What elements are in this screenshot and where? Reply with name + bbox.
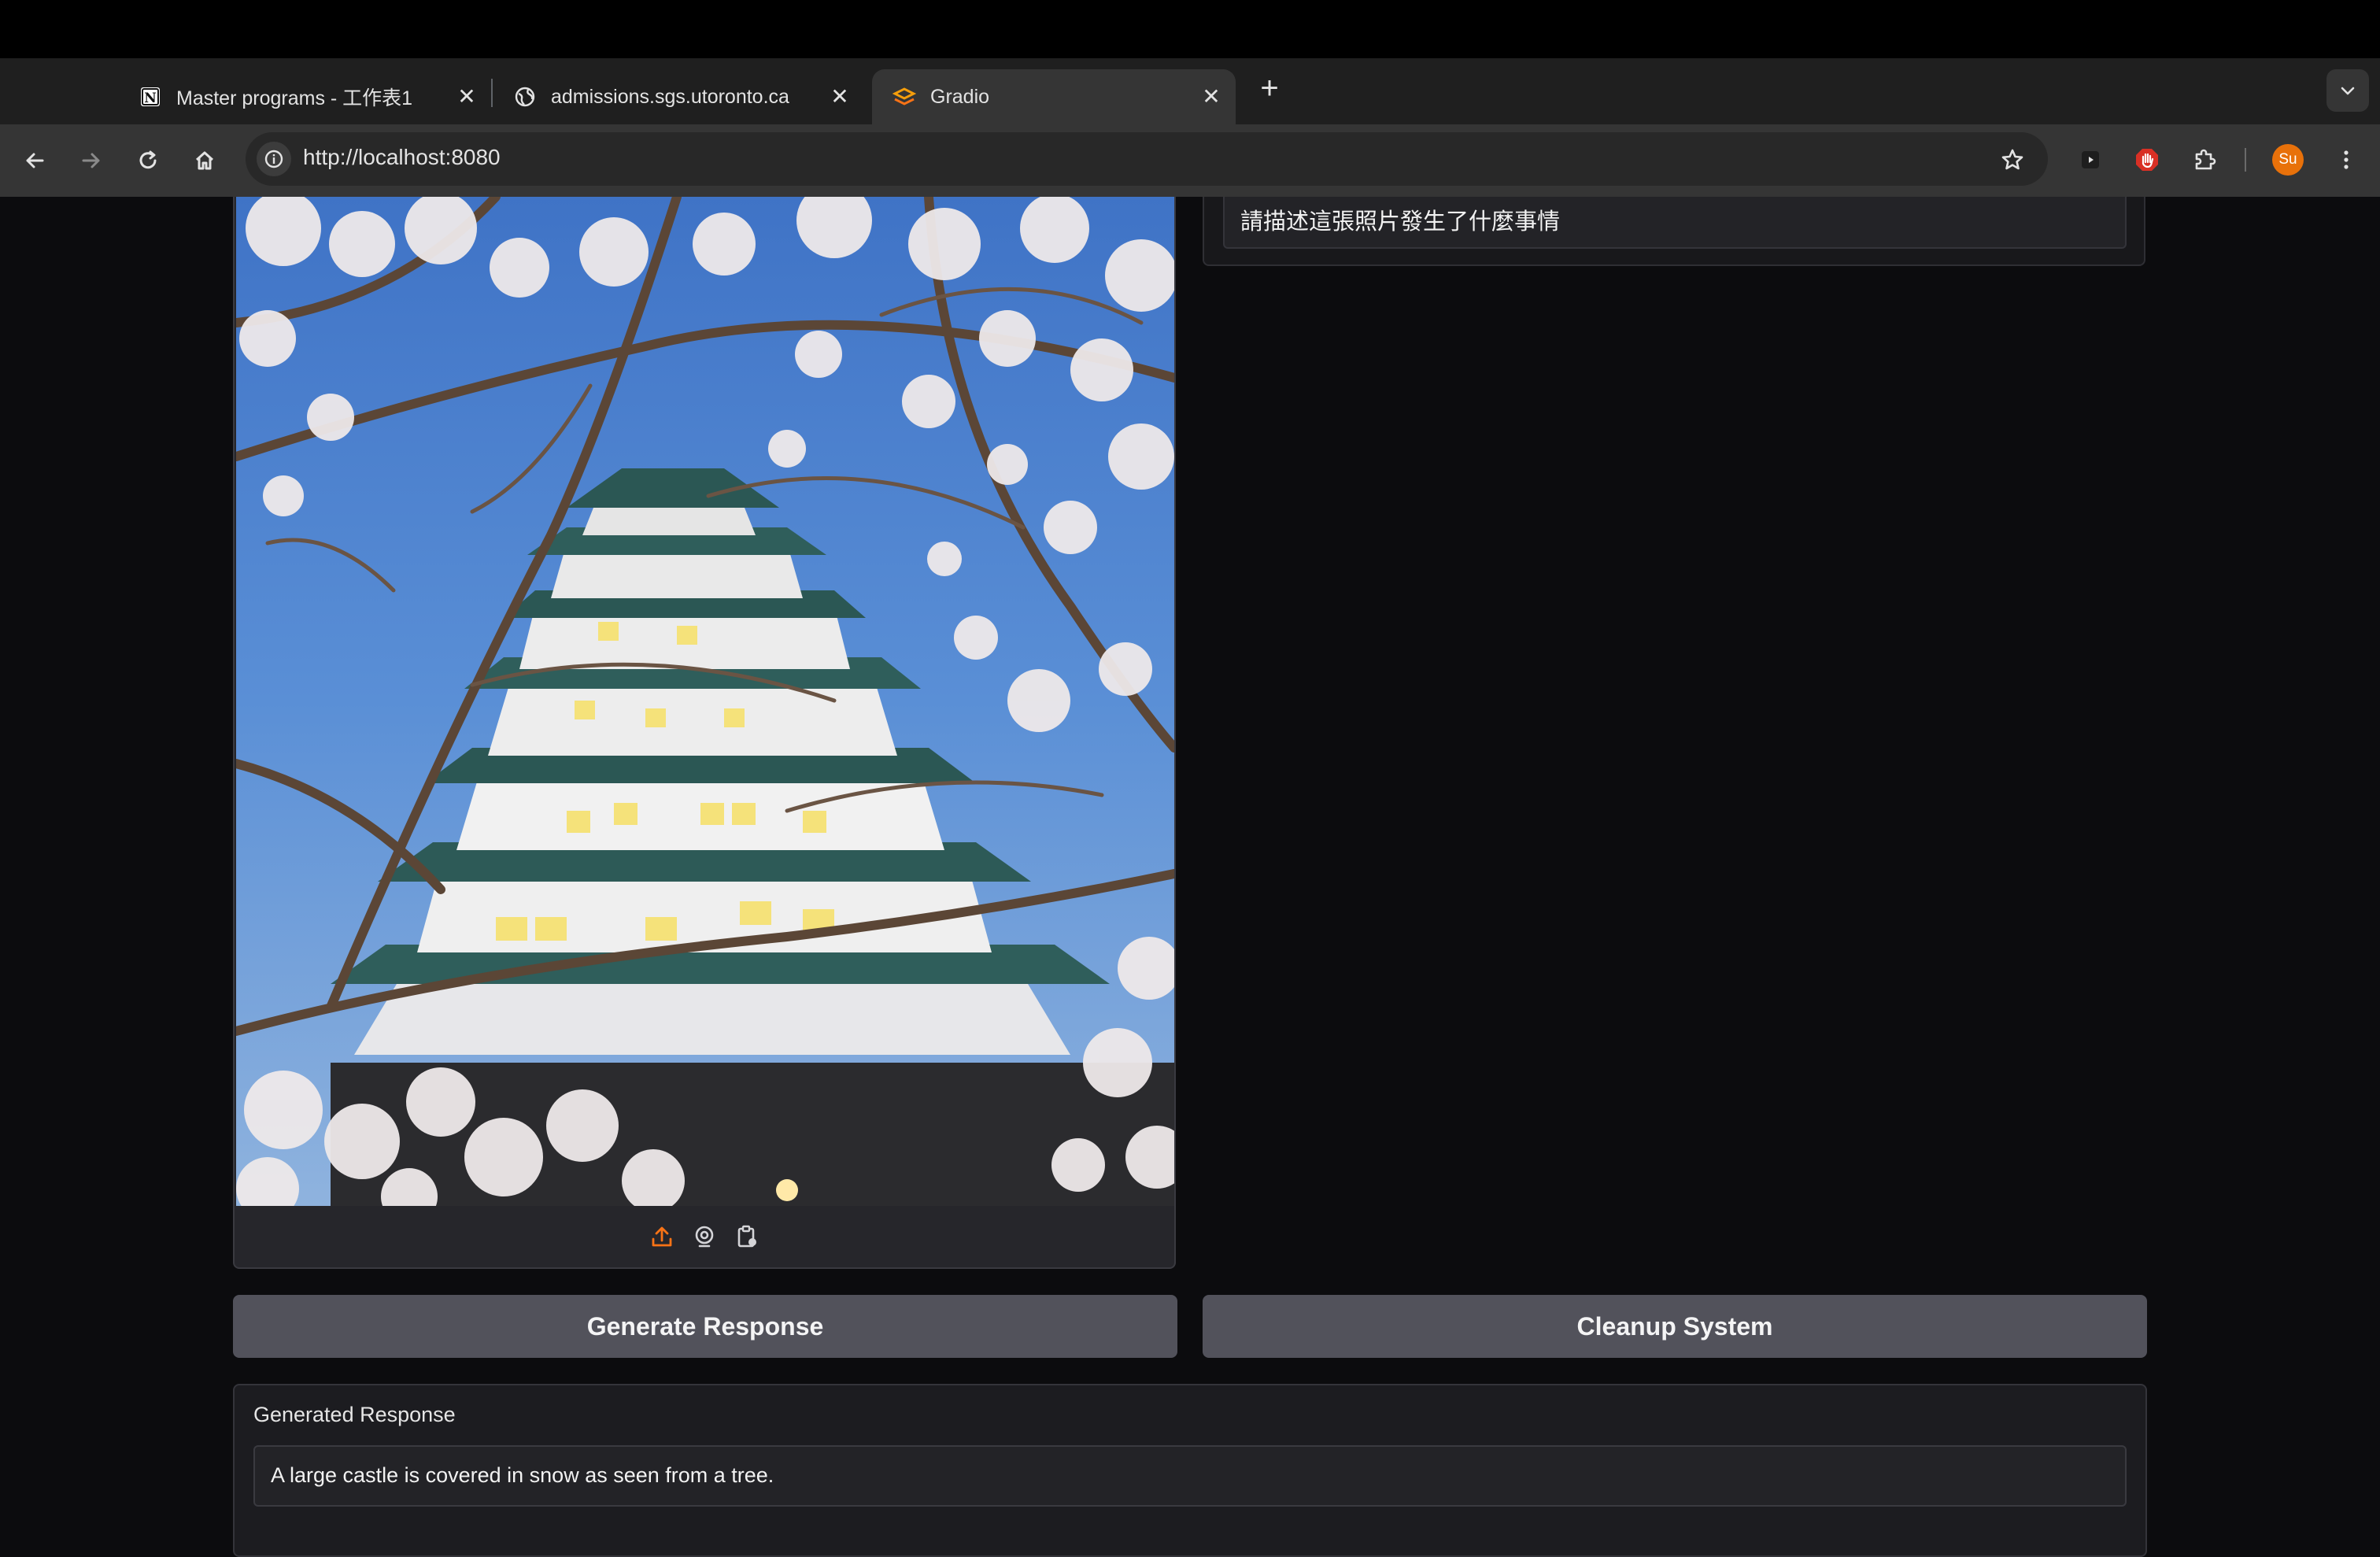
close-tab-icon[interactable]: ✕: [1199, 85, 1223, 109]
star-icon: [2001, 149, 2023, 170]
svg-text:N: N: [144, 91, 157, 106]
back-arrow-icon: [26, 153, 44, 168]
tab-admissions[interactable]: admissions.sgs.utoronto.ca ✕: [493, 69, 864, 124]
kebab-menu-icon: [2344, 150, 2349, 169]
puzzle-icon: [2195, 149, 2216, 170]
browser-menu-button[interactable]: [2328, 142, 2364, 178]
prompt-input-value[interactable]: 請描述這張照片發生了什麼事情: [1240, 203, 1560, 236]
tab-title: Master programs - 工作表1: [176, 87, 413, 109]
reload-icon: [139, 150, 157, 169]
back-button[interactable]: [17, 143, 52, 178]
response-label: Generated Response: [253, 1403, 456, 1426]
stop-hand-icon: [2136, 149, 2158, 171]
cleanup-system-button[interactable]: Cleanup System: [1203, 1295, 2147, 1358]
extensions-button[interactable]: [2186, 142, 2223, 178]
webcam-icon[interactable]: [691, 1223, 718, 1250]
tab-title: Gradio: [930, 85, 990, 108]
forward-button[interactable]: [74, 143, 109, 178]
new-tab-button[interactable]: +: [1256, 72, 1283, 104]
response-output-value: A large castle is covered in snow as see…: [271, 1463, 774, 1487]
address-bar[interactable]: [246, 132, 2048, 186]
adblock-extension-button[interactable]: [2129, 142, 2165, 178]
clipboard-icon[interactable]: [734, 1223, 760, 1250]
close-tab-icon[interactable]: ✕: [455, 85, 479, 109]
info-icon: [264, 150, 283, 168]
media-extension-button[interactable]: [2072, 142, 2108, 178]
globe-icon: [513, 85, 537, 109]
site-info-button[interactable]: [257, 142, 291, 176]
bookmark-button[interactable]: [1994, 142, 2031, 178]
notion-icon: N: [139, 85, 162, 109]
tab-master-programs[interactable]: N Master programs - 工作表1 ✕: [118, 69, 491, 124]
forward-arrow-icon: [82, 153, 100, 168]
url-text[interactable]: http://localhost:8080: [303, 145, 501, 170]
window-titlebar: [0, 0, 2380, 58]
tab-title: admissions.sgs.utoronto.ca: [551, 85, 789, 108]
chevron-down-icon: [2341, 87, 2355, 95]
upload-icon[interactable]: [649, 1223, 675, 1250]
close-tab-icon[interactable]: ✕: [828, 85, 852, 109]
uploaded-photo: [236, 197, 1174, 1206]
gradio-icon: [893, 85, 916, 109]
home-button[interactable]: [187, 143, 222, 178]
tab-search-button[interactable]: [2326, 69, 2369, 112]
image-input-panel: [233, 197, 1176, 1269]
toolbar-divider: [2245, 148, 2246, 172]
reload-button[interactable]: [131, 143, 165, 178]
generate-response-button[interactable]: Generate Response: [233, 1295, 1177, 1358]
home-icon: [195, 151, 214, 170]
image-source-toolbar: [235, 1206, 1174, 1267]
tab-gradio[interactable]: Gradio ✕: [872, 69, 1236, 124]
profile-avatar[interactable]: Su: [2272, 144, 2304, 176]
play-icon: [2082, 151, 2099, 168]
